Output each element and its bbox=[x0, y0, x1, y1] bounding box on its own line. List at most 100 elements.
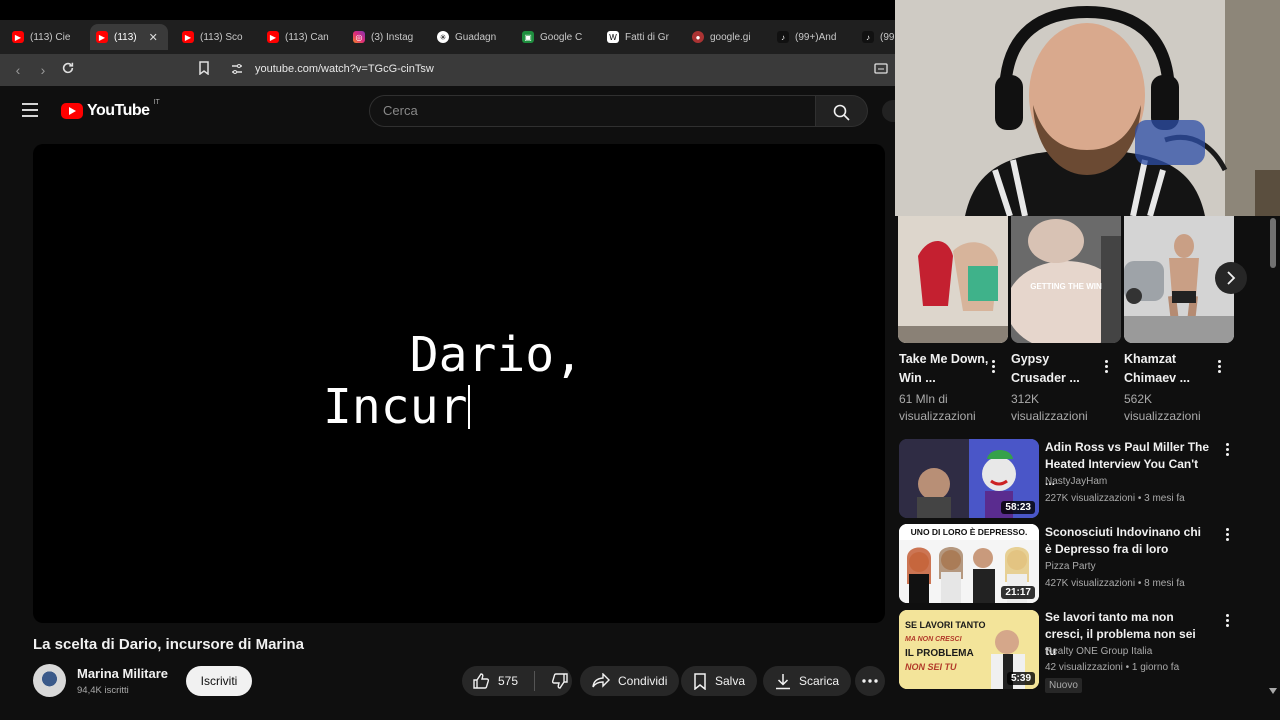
dislike-button[interactable] bbox=[543, 672, 569, 690]
more-vert-icon[interactable] bbox=[1104, 360, 1108, 375]
tab-label: (99+)And bbox=[795, 31, 837, 43]
short-overlay-text: GETTING THE WIN bbox=[1030, 282, 1102, 291]
chevron-right-icon bbox=[1227, 271, 1236, 285]
like-button[interactable]: 575 bbox=[472, 672, 518, 690]
more-actions-button[interactable] bbox=[855, 666, 885, 696]
short-thumbnail[interactable] bbox=[898, 216, 1008, 343]
tab-tiktok-2[interactable]: ♪ (99 bbox=[856, 24, 895, 50]
thumbs-up-icon bbox=[473, 673, 490, 689]
short-title[interactable]: Khamzat Chimaev ... bbox=[1124, 350, 1216, 388]
youtube-logo[interactable]: YouTube IT bbox=[61, 99, 160, 120]
tab-label: (113) Can bbox=[285, 31, 329, 43]
more-vert-icon[interactable] bbox=[1225, 614, 1229, 629]
video-channel[interactable]: Realty ONE Group Italia bbox=[1045, 646, 1152, 657]
overlay-line-1: Dario, bbox=[323, 327, 584, 383]
video-meta: 42 visualizzazioni • 1 giorno fa bbox=[1045, 662, 1180, 673]
video-meta: 227K visualizzazioni • 3 mesi fa bbox=[1045, 493, 1185, 504]
youtube-icon: ▶ bbox=[182, 31, 194, 43]
short-views: 312K visualizzazioni bbox=[1011, 392, 1088, 423]
video-thumbnail[interactable]: SE LAVORI TANTO MA NON CRESCI IL PROBLEM… bbox=[899, 610, 1039, 689]
short-image bbox=[898, 216, 1008, 343]
share-button[interactable]: Condividi bbox=[580, 666, 680, 696]
more-vert-icon[interactable] bbox=[991, 360, 995, 375]
save-button[interactable]: Salva bbox=[681, 666, 758, 696]
channel-name[interactable]: Marina Militare bbox=[77, 666, 168, 681]
video-duration: 21:17 bbox=[1001, 586, 1035, 599]
youtube-header: YouTube IT Cerca bbox=[0, 86, 895, 136]
tiktok-icon: ♪ bbox=[777, 31, 789, 43]
search-input[interactable]: Cerca bbox=[369, 95, 816, 127]
scroll-down-arrow-icon[interactable] bbox=[1269, 688, 1277, 694]
streamer-image bbox=[895, 0, 1280, 216]
menu-icon[interactable] bbox=[22, 103, 38, 122]
short-thumbnail[interactable]: GETTING THE WIN bbox=[1011, 216, 1121, 343]
shorts-next-button[interactable] bbox=[1215, 262, 1247, 294]
download-button[interactable]: Scarica bbox=[763, 666, 852, 696]
more-vert-icon[interactable] bbox=[1225, 443, 1229, 458]
video-title[interactable]: Sconosciuti Indovinano chi è Depresso fr… bbox=[1045, 524, 1210, 558]
tab-youtube-3[interactable]: ▶ (113) Sco bbox=[176, 24, 256, 50]
video-meta: 427K visualizzazioni • 8 mesi fa bbox=[1045, 578, 1185, 589]
tab-label: (113) Cie bbox=[30, 31, 71, 43]
close-tab-icon[interactable]: ✕ bbox=[149, 31, 158, 44]
tab-google[interactable]: ● google.gi bbox=[686, 24, 766, 50]
url-field[interactable]: youtube.com/watch?v=TGcG-cinTsw bbox=[255, 63, 434, 75]
tab-wikipedia[interactable]: W Fatti di Gr bbox=[601, 24, 681, 50]
search-button[interactable] bbox=[816, 95, 868, 127]
browser-tab-strip: ▶ (113) Cie ▶ (113) ✕ ▶ (113) Sco ▶ (113… bbox=[0, 0, 895, 54]
thumbnail-text: UNO DI LORO È DEPRESSO. bbox=[911, 527, 1028, 537]
tab-youtube-active[interactable]: ▶ (113) ✕ bbox=[90, 24, 168, 50]
thumbnail-text-line-3: IL PROBLEMA bbox=[905, 648, 974, 659]
youtube-icon: ▶ bbox=[12, 31, 24, 43]
forward-icon[interactable]: › bbox=[34, 61, 52, 79]
thumbs-down-icon bbox=[551, 673, 568, 689]
tab-youtube-1[interactable]: ▶ (113) Cie bbox=[6, 24, 88, 50]
tab-label: google.gi bbox=[710, 31, 751, 43]
short-views: 61 Mln di visualizzazioni bbox=[899, 392, 976, 423]
short-title[interactable]: Take Me Down, Win ... bbox=[899, 350, 991, 388]
thumbnail-text-line-2: MA NON CRESCI bbox=[905, 636, 963, 643]
video-player[interactable]: Dario, Incur bbox=[33, 144, 885, 623]
sidebar-scrollbar[interactable] bbox=[1270, 218, 1276, 268]
channel-avatar[interactable] bbox=[33, 664, 66, 697]
tab-label: (3) Instag bbox=[371, 31, 414, 43]
video-overlay-text: Dario, Incur bbox=[323, 329, 583, 433]
tab-label: Guadagn bbox=[455, 31, 497, 43]
tab-chatgpt[interactable]: ✳ Guadagn bbox=[431, 24, 511, 50]
site-settings-icon[interactable] bbox=[228, 61, 246, 79]
bookmark-icon[interactable] bbox=[195, 61, 213, 79]
video-channel[interactable]: NastyJayHam bbox=[1045, 476, 1107, 487]
video-title: La scelta di Dario, incursore di Marina bbox=[33, 636, 304, 653]
tab-google-classroom[interactable]: ▣ Google C bbox=[516, 24, 596, 50]
short-title[interactable]: Gypsy Crusader ... bbox=[1011, 350, 1103, 388]
subscriber-count: 94,4K iscritti bbox=[77, 685, 129, 696]
youtube-icon: ▶ bbox=[96, 31, 108, 43]
video-duration: 5:39 bbox=[1006, 672, 1035, 685]
thumbnail-text-line-1: SE LAVORI TANTO bbox=[905, 620, 986, 630]
voice-search-button[interactable] bbox=[882, 100, 895, 122]
short-views: 562K visualizzazioni bbox=[1124, 392, 1201, 423]
divider bbox=[534, 671, 536, 691]
cast-icon[interactable] bbox=[872, 61, 890, 79]
more-vert-icon[interactable] bbox=[1217, 360, 1221, 375]
video-channel[interactable]: Pizza Party bbox=[1045, 561, 1096, 572]
short-image: GETTING THE WIN bbox=[1011, 216, 1121, 343]
window-top-strip bbox=[0, 0, 895, 20]
instagram-icon: ◎ bbox=[353, 31, 365, 43]
thumbnail-text-line-4: NON SEI TU bbox=[905, 662, 957, 672]
subscribe-button[interactable]: Iscriviti bbox=[186, 666, 252, 696]
like-count: 575 bbox=[498, 674, 519, 688]
video-thumbnail[interactable]: UNO DI LORO È DEPRESSO. 21:17 bbox=[899, 524, 1039, 603]
tab-tiktok-1[interactable]: ♪ (99+)And bbox=[771, 24, 851, 50]
more-vert-icon[interactable] bbox=[1225, 528, 1229, 543]
tab-label: (113) Sco bbox=[200, 31, 243, 43]
chatgpt-icon: ✳ bbox=[437, 31, 449, 43]
reload-icon[interactable] bbox=[59, 61, 77, 79]
tab-instagram[interactable]: ◎ (3) Instag bbox=[347, 24, 427, 50]
youtube-play-icon bbox=[61, 103, 83, 119]
address-bar: ‹ › youtube.com/watch?v=TGcG-cinTsw bbox=[0, 54, 895, 86]
new-badge: Nuovo bbox=[1045, 678, 1082, 693]
back-icon[interactable]: ‹ bbox=[9, 61, 27, 79]
video-thumbnail[interactable]: 58:23 bbox=[899, 439, 1039, 518]
tab-youtube-4[interactable]: ▶ (113) Can bbox=[261, 24, 341, 50]
